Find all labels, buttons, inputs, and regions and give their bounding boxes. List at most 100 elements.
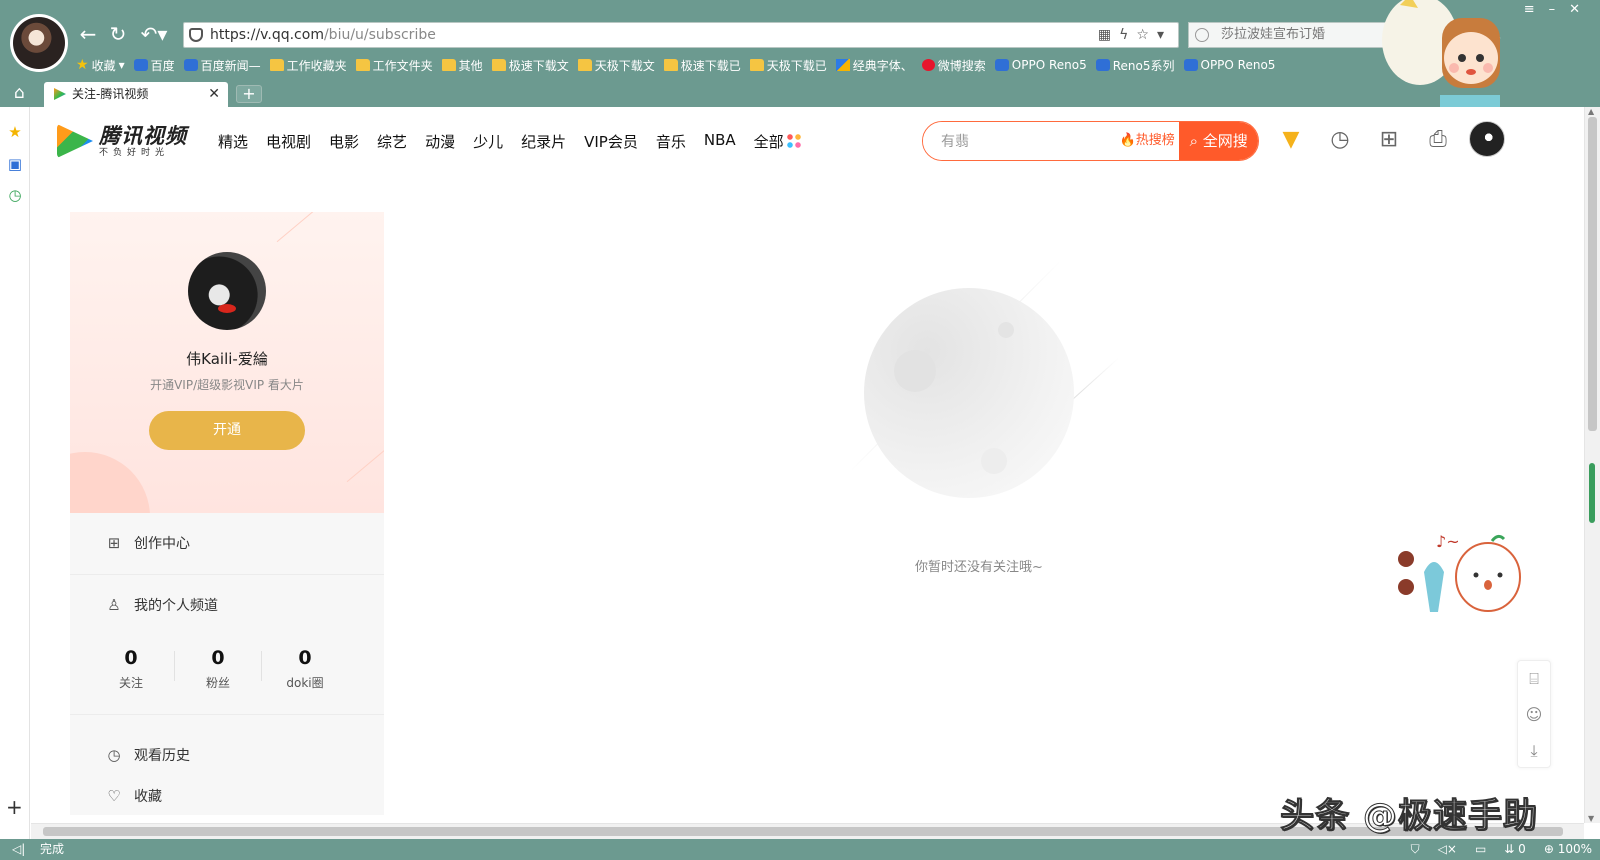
scroll-thumb[interactable] (1588, 117, 1597, 431)
channel-item[interactable]: 音乐 (656, 131, 686, 152)
bookmark-label: 微博搜索 (937, 58, 986, 73)
bookmark-label: 工作文件夹 (372, 58, 433, 73)
scroll-up-icon[interactable]: ▲ (1588, 107, 1594, 116)
back-icon[interactable]: ← (76, 22, 100, 46)
sidebar-toggle-icon[interactable]: ◁| (12, 839, 25, 860)
close-window-icon[interactable]: ✕ (1569, 2, 1594, 17)
floating-sticker-image[interactable]: ♪~ (1396, 527, 1526, 637)
channel-item[interactable]: NBA (704, 131, 736, 152)
history-clock-icon[interactable]: ◷ (6, 186, 24, 204)
tab-active[interactable]: 关注-腾讯视频 ✕ (44, 82, 228, 107)
username: 伟Kaili-爱綸 (186, 350, 268, 368)
moon-crater (998, 322, 1014, 338)
tencent-video-logo[interactable]: 腾讯视频 不负好时光 (57, 124, 187, 158)
channel-item[interactable]: VIP会员 (584, 131, 638, 152)
mute-icon[interactable]: ◁× (1438, 839, 1457, 860)
lightning-icon[interactable]: ϟ (1119, 27, 1136, 43)
channel-item[interactable]: 少儿 (473, 131, 503, 152)
profile-avatar[interactable] (188, 252, 266, 330)
vip-diamond-icon[interactable]: ▼ (1278, 127, 1304, 153)
address-bar[interactable]: https://v.qq.com/biu/u/subscribe ▦ϟ☆▾ (183, 22, 1179, 48)
user-avatar[interactable] (1469, 121, 1505, 157)
bookmark-item[interactable]: 百度新闻— (183, 55, 261, 75)
scroll-down-icon[interactable]: ▼ (1588, 814, 1594, 823)
browser-search-text: 莎拉波娃宣布订婚 (1221, 27, 1326, 42)
menu-favorites[interactable]: ♡ 收藏 (70, 776, 384, 816)
bookmark-label: 天极下载文 (594, 58, 655, 73)
gift-icon[interactable]: ⌸ (1518, 661, 1550, 697)
dropdown-icon[interactable]: ▾ (1157, 27, 1172, 43)
status-bar: ◁| 完成 ⛉ ◁× ▭ ⇊ 0 ⊕ 100% (0, 839, 1600, 860)
side-widget-handle[interactable] (1589, 463, 1595, 523)
download-count[interactable]: ⇊ 0 (1504, 839, 1526, 860)
paw-icon (1095, 59, 1110, 71)
menu-icon[interactable]: ≡ (1524, 2, 1549, 17)
new-tab-button[interactable]: + (236, 85, 262, 103)
stat-label: 关注 (118, 676, 143, 690)
search-icon: ⌕ (1189, 132, 1203, 150)
search-engine-icon[interactable] (1195, 28, 1209, 42)
browser-user-avatar[interactable] (10, 14, 68, 72)
channel-label: 综艺 (377, 133, 408, 151)
channel-item[interactable]: 全部 (754, 131, 801, 152)
bookmark-star-icon[interactable]: ☆ (1136, 27, 1157, 43)
search-all-button[interactable]: ⌕ 全网搜 (1179, 122, 1258, 160)
channel-item[interactable]: 动漫 (425, 131, 455, 152)
qr-code-icon[interactable]: ▦ (1098, 27, 1119, 43)
download-client-icon[interactable]: ⎙ (1425, 127, 1451, 153)
menu-watch-history[interactable]: ◷ 观看历史 (70, 727, 384, 783)
bookmark-item[interactable]: OPPO Reno5 (994, 55, 1087, 75)
channel-item[interactable]: 电影 (329, 131, 359, 152)
bookmark-label: 极速下载已 (680, 58, 741, 73)
minimize-icon[interactable]: – (1549, 2, 1570, 17)
address-url[interactable]: https://v.qq.com/biu/u/subscribe (210, 23, 436, 47)
channel-item[interactable]: 综艺 (377, 131, 407, 152)
browser-search-box[interactable]: 莎拉波娃宣布订婚 ⌕ (1188, 22, 1408, 48)
refresh-icon[interactable]: ↻ (106, 22, 130, 46)
create-upload-icon[interactable]: ⊞ (1376, 127, 1402, 153)
bookmark-item[interactable]: 百度 (133, 55, 175, 75)
channel-item[interactable]: 电视剧 (266, 131, 311, 152)
site-search-input[interactable] (923, 122, 1115, 160)
screenshot-icon[interactable]: ▭ (1475, 839, 1486, 860)
feedback-icon[interactable]: ☺ (1518, 697, 1550, 733)
bookmark-item[interactable]: 经典字体、 (835, 55, 913, 75)
download-count-value: 0 (1518, 842, 1526, 856)
bookmark-item[interactable]: 天极下载已 (749, 55, 827, 75)
menu-personal-channel[interactable]: ♙ 我的个人频道 (70, 575, 384, 635)
bookmark-item[interactable]: 微博搜索 (921, 55, 986, 75)
floating-toolbar: ⌸ ☺ ⤓ (1517, 660, 1551, 768)
bookmark-item[interactable]: 天极下载文 (577, 55, 655, 75)
home-icon[interactable]: ⌂ (14, 83, 25, 103)
bookmark-item[interactable]: ★ 收藏 ▾ (76, 55, 125, 75)
bookmark-item[interactable]: 工作文件夹 (355, 55, 433, 75)
bookmark-label: 经典字体、 (852, 58, 913, 73)
menu-creator-center[interactable]: ⊞ 创作中心 (70, 513, 384, 573)
history-icon[interactable]: ◷ (1327, 127, 1353, 153)
side-panel-add-icon[interactable]: + (6, 795, 23, 819)
stat-doki[interactable]: 0 doki圈 (262, 645, 348, 695)
bookmark-item[interactable]: 工作收藏夹 (269, 55, 347, 75)
undo-dropdown-icon[interactable]: ↶▾ (136, 22, 172, 46)
bookmark-item[interactable]: 极速下载文 (491, 55, 569, 75)
channel-item[interactable]: 精选 (218, 131, 248, 152)
stat-following[interactable]: 0 关注 (88, 645, 174, 695)
bookmark-item[interactable]: Reno5系列 (1095, 55, 1175, 75)
zoom-level[interactable]: ⊕ 100% (1544, 839, 1592, 860)
ziti-icon (835, 59, 850, 71)
bookmark-item[interactable]: 其他 (441, 55, 483, 75)
favorites-star-icon[interactable]: ★ (6, 123, 24, 141)
tab-close-icon[interactable]: ✕ (208, 82, 220, 107)
stat-fans[interactable]: 0 粉丝 (175, 645, 261, 695)
reading-icon[interactable]: ▣ (6, 155, 24, 173)
window-controls: ≡–✕ (1524, 2, 1594, 17)
hot-search-link[interactable]: 🔥热搜榜 (1115, 122, 1179, 160)
channel-item[interactable]: 纪录片 (521, 131, 566, 152)
security-icon[interactable]: ⛉ (1411, 839, 1420, 860)
bookmark-label: 其他 (458, 58, 483, 73)
channel-label: NBA (703, 131, 736, 149)
download-icon[interactable]: ⤓ (1518, 733, 1550, 769)
open-vip-button[interactable]: 开通 (149, 411, 305, 450)
bookmark-item[interactable]: OPPO Reno5 (1183, 55, 1275, 75)
bookmark-item[interactable]: 极速下载已 (663, 55, 741, 75)
